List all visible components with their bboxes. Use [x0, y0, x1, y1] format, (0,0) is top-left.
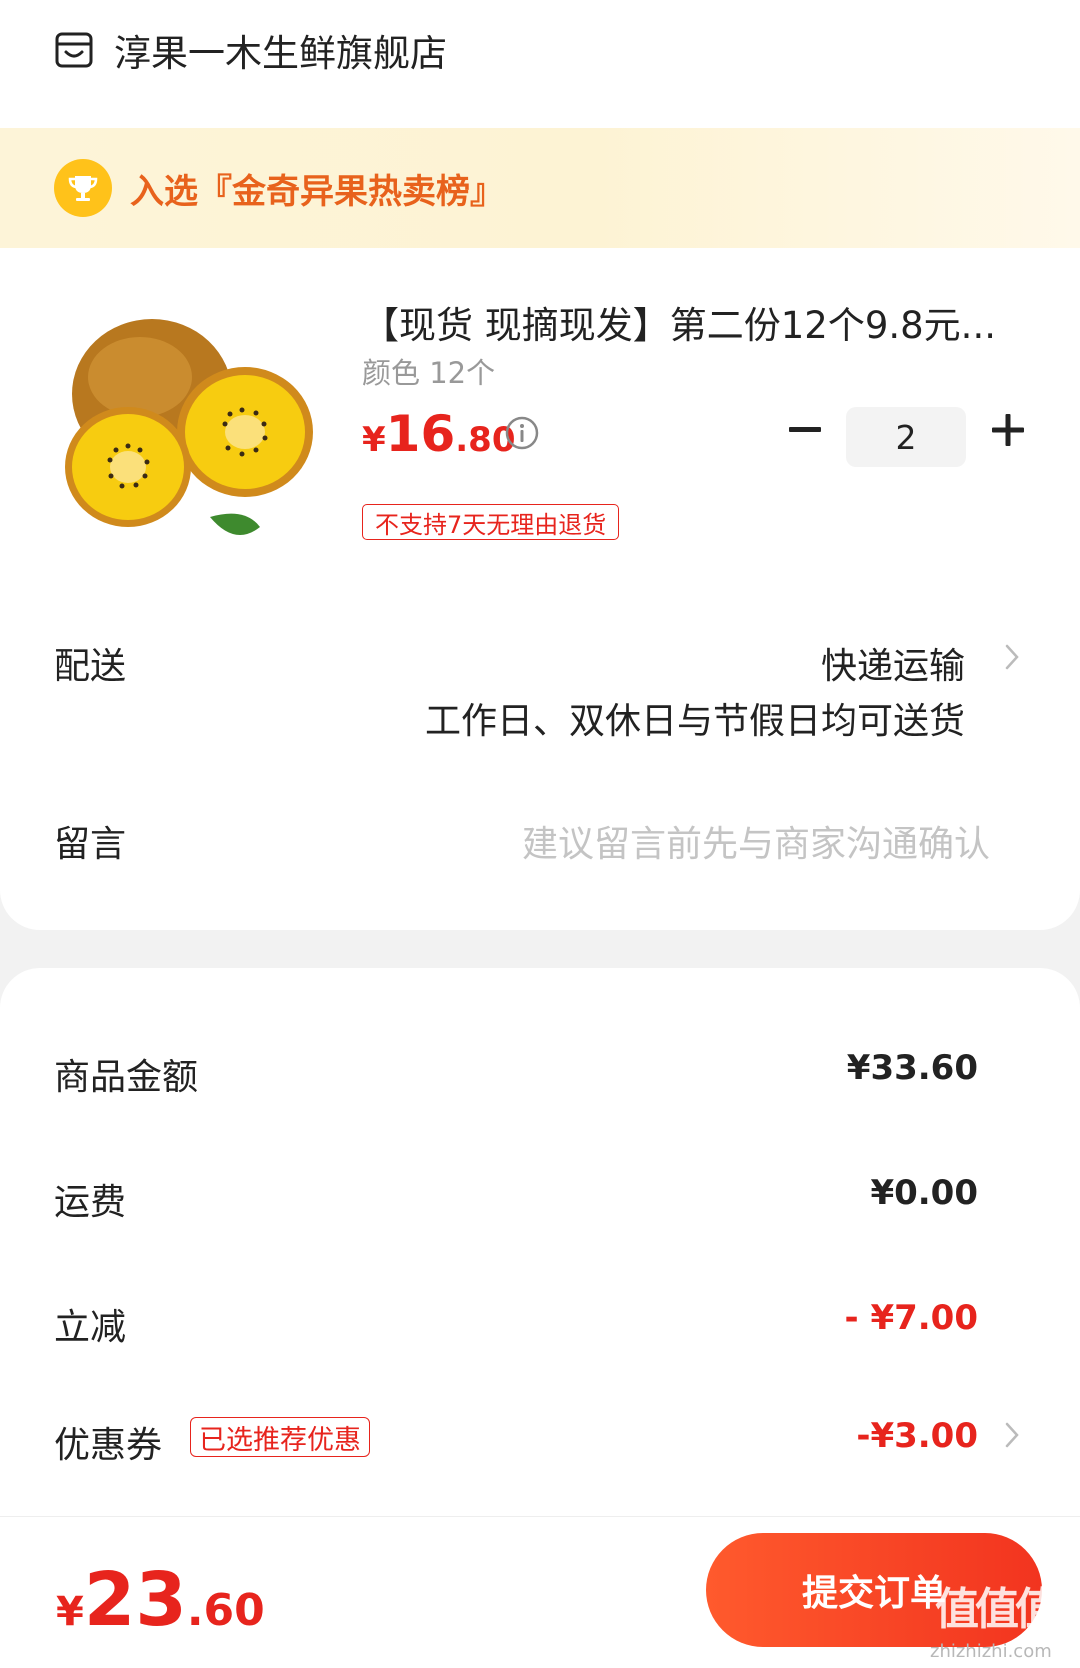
product-title[interactable]: 【现货 现摘现发】第二份12个9.8元...: [362, 295, 1012, 349]
total-decimal: .60: [186, 1585, 265, 1636]
coupon-label: 优惠券: [54, 1425, 163, 1466]
coupon-badge: 已选推荐优惠: [190, 1417, 370, 1457]
minus-icon: [789, 427, 821, 432]
discount-amount: - ¥7.00: [844, 1298, 979, 1338]
price-currency: ¥: [362, 420, 386, 460]
trophy-icon: [54, 159, 112, 217]
chevron-right-icon[interactable]: [1003, 642, 1021, 672]
total-currency: ¥: [56, 1589, 84, 1635]
shipping-label: 运费: [54, 1182, 127, 1223]
goods-amount-label: 商品金额: [54, 1057, 199, 1098]
product-spec[interactable]: 颜色 12个: [362, 350, 495, 392]
price-integer: 16: [385, 405, 456, 463]
total-price: ¥ 23 .60: [56, 1557, 265, 1643]
quantity-input[interactable]: 2: [846, 407, 966, 467]
total-integer: 23: [83, 1557, 187, 1643]
product-image[interactable]: [60, 312, 330, 552]
store-icon: [55, 32, 93, 68]
info-icon[interactable]: [505, 416, 539, 450]
watermark-logo: 值值值: [935, 1584, 1059, 1635]
chevron-right-icon[interactable]: [1003, 1420, 1021, 1450]
delivery-method[interactable]: 快递运输: [821, 637, 965, 689]
coupon-amount[interactable]: -¥3.00: [856, 1416, 978, 1456]
checkout-bar: ¥ 23 .60 提交订单 值值值 zhizhizhi.com: [0, 1516, 1080, 1668]
remark-label: 留言: [54, 824, 127, 865]
remark-input[interactable]: 建议留言前先与商家沟通确认: [522, 815, 990, 867]
rank-banner-text: 入选『金奇异果热卖榜』: [130, 171, 504, 212]
delivery-note: 工作日、双休日与节假日均可送货: [424, 701, 965, 742]
discount-label: 立减: [54, 1307, 127, 1348]
shipping-amount: ¥0.00: [870, 1173, 978, 1213]
store-name: 淳果一木生鲜旗舰店: [114, 32, 447, 75]
return-policy-badge: 不支持7天无理由退货: [362, 504, 620, 540]
product-price: ¥ 16 .80: [362, 405, 516, 463]
delivery-label: 配送: [54, 646, 127, 687]
quantity-decrease-button[interactable]: [788, 410, 822, 450]
goods-amount: ¥33.60: [846, 1048, 978, 1088]
hot-rank-banner[interactable]: 入选『金奇异果热卖榜』: [0, 128, 1080, 248]
plus-icon: [992, 414, 1024, 446]
order-card: 淳果一木生鲜旗舰店 入选『金奇异果热卖榜』 【现货 现摘现发】第二份12个9.8…: [0, 0, 1080, 930]
quantity-increase-button[interactable]: [988, 410, 1028, 450]
watermark-site: zhizhizhi.com: [930, 1641, 1052, 1662]
store-header[interactable]: 淳果一木生鲜旗舰店: [54, 22, 447, 78]
